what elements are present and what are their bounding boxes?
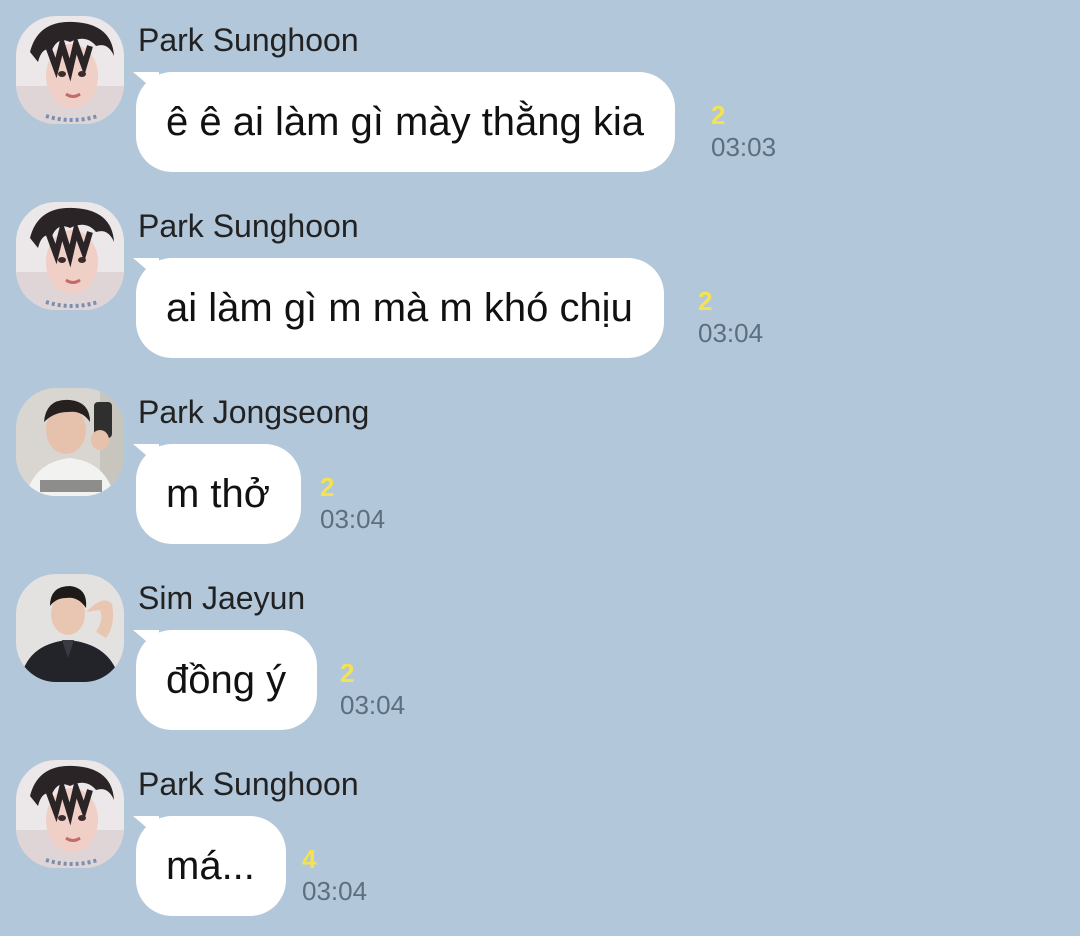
chat-message: Park Jongseong m thở 2 03:04: [0, 372, 1080, 558]
message-meta: 2 03:04: [320, 472, 440, 536]
chat-message: Sim Jaeyun đồng ý 2 03:04: [0, 558, 1080, 744]
avatar[interactable]: [16, 202, 124, 310]
avatar[interactable]: [16, 16, 124, 124]
message-time: 03:04: [320, 504, 386, 534]
message-time: 03:03: [711, 132, 777, 162]
unread-count: 2: [340, 658, 355, 688]
profile-photo-icon: [16, 574, 124, 682]
avatar[interactable]: [16, 388, 124, 496]
chat-message: Park Sunghoon ai làm gì m mà m khó chịu …: [0, 186, 1080, 372]
message-bubble[interactable]: má...: [136, 816, 286, 916]
sender-name: Park Sunghoon: [138, 766, 359, 802]
profile-photo-icon: [16, 16, 124, 124]
message-time: 03:04: [340, 690, 406, 720]
unread-count: 2: [698, 286, 713, 316]
chat-message: Park Sunghoon ê ê ai làm gì mày thằng ki…: [0, 0, 1080, 186]
message-meta: 2 03:03: [711, 100, 831, 164]
sender-name: Park Sunghoon: [138, 22, 359, 58]
chat-message: Park Sunghoon má... 4 03:04: [0, 744, 1080, 930]
sender-name: Sim Jaeyun: [138, 580, 306, 616]
unread-count: 2: [320, 472, 335, 502]
unread-count: 2: [711, 100, 726, 130]
message-meta: 4 03:04: [302, 844, 422, 908]
message-bubble[interactable]: ai làm gì m mà m khó chịu: [136, 258, 664, 358]
profile-photo-icon: [16, 202, 124, 310]
avatar[interactable]: [16, 760, 124, 868]
message-meta: 2 03:04: [698, 286, 818, 350]
sender-name: Park Jongseong: [138, 394, 370, 430]
message-bubble[interactable]: ê ê ai làm gì mày thằng kia: [136, 72, 676, 172]
message-bubble[interactable]: m thở: [136, 444, 302, 544]
message-time: 03:04: [302, 876, 368, 906]
profile-photo-icon: [16, 388, 124, 496]
unread-count: 4: [302, 844, 317, 874]
sender-name: Park Sunghoon: [138, 208, 359, 244]
message-bubble[interactable]: đồng ý: [136, 630, 318, 730]
avatar[interactable]: [16, 574, 124, 682]
message-time: 03:04: [698, 318, 764, 348]
profile-photo-icon: [16, 760, 124, 868]
chat-message-list[interactable]: Park Sunghoon ê ê ai làm gì mày thằng ki…: [0, 0, 1080, 936]
message-meta: 2 03:04: [340, 658, 460, 722]
